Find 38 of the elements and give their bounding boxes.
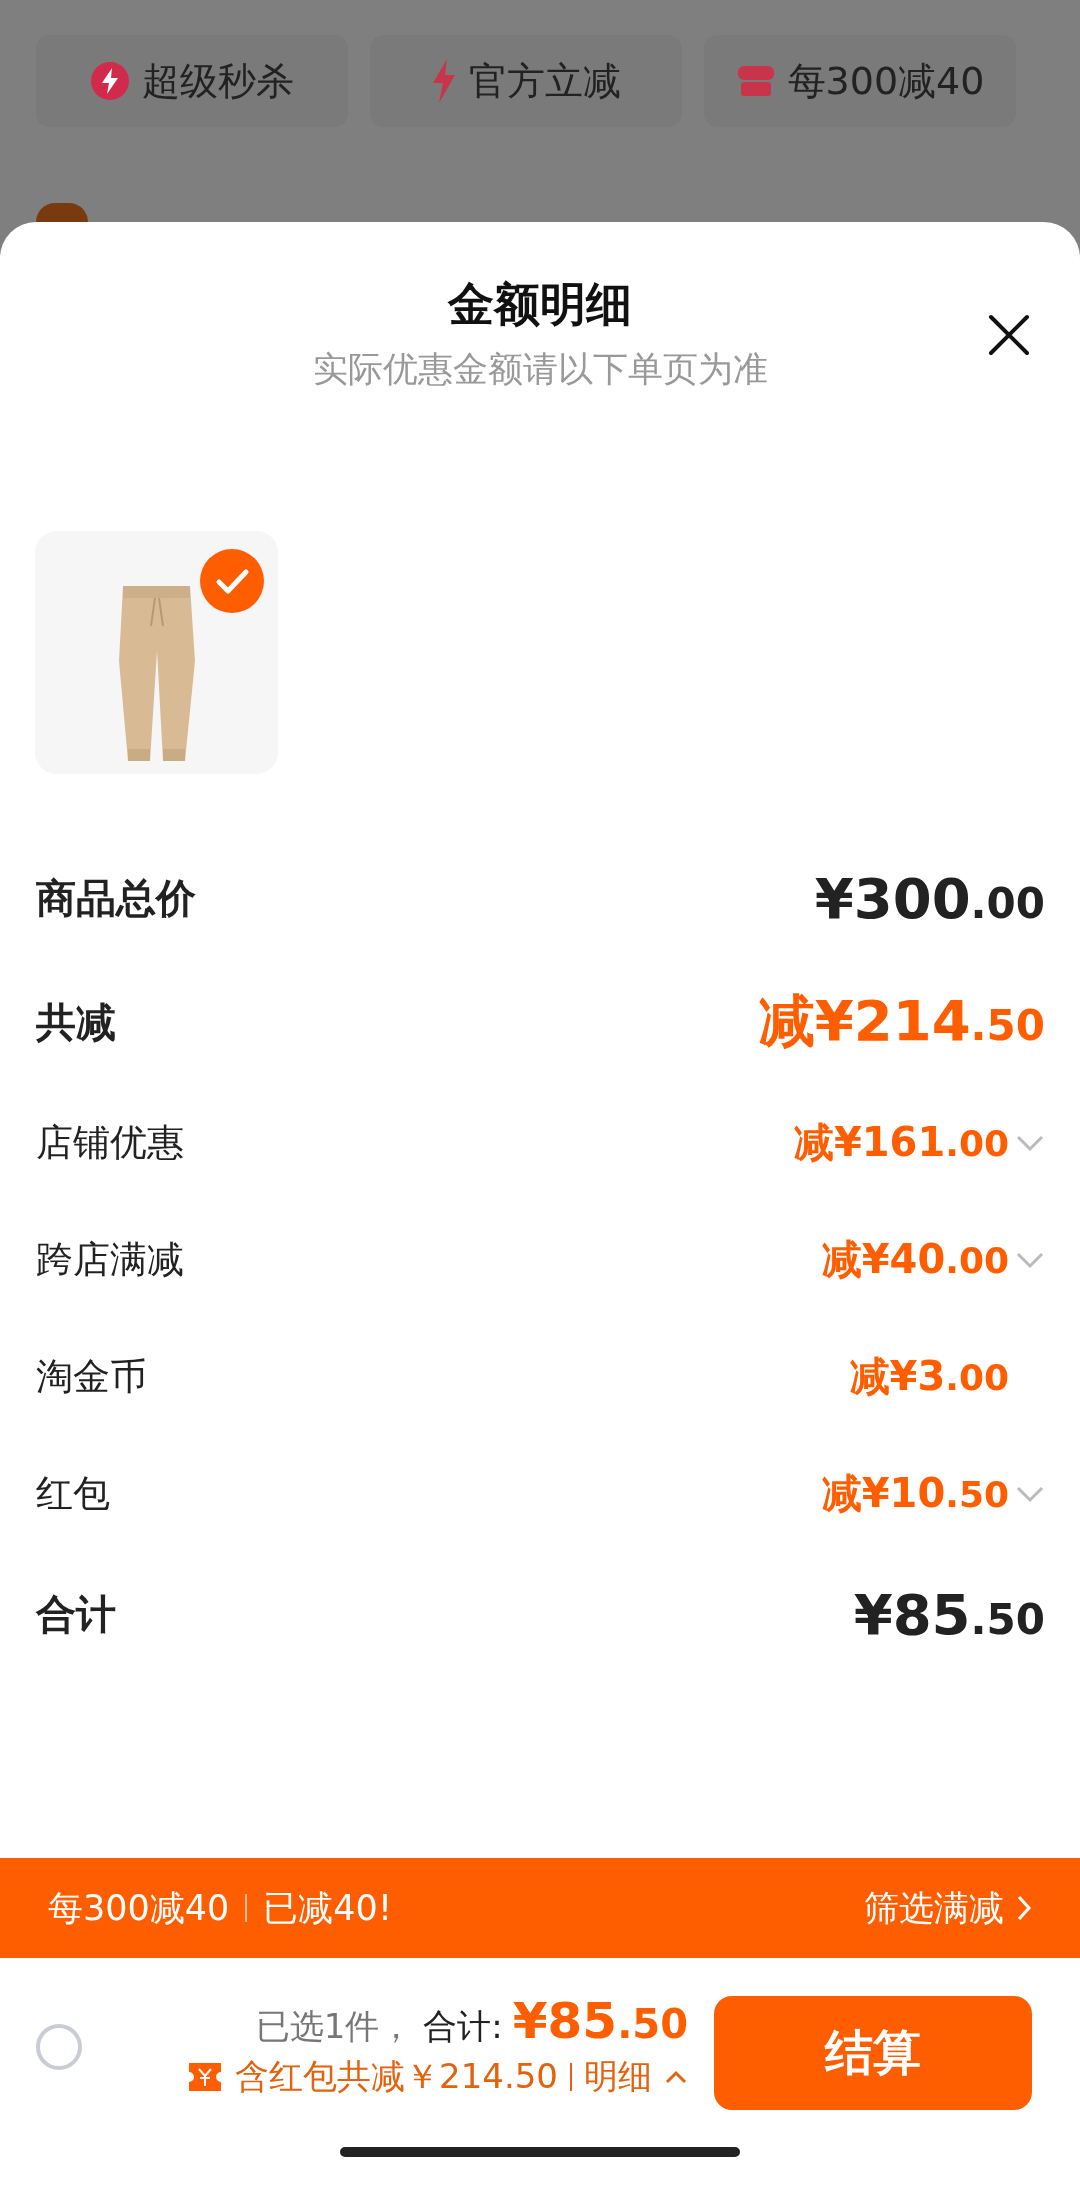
row-label: 商品总价 <box>36 873 196 923</box>
sheet-title: 金额明细 <box>448 276 632 333</box>
lightning-icon <box>90 61 130 101</box>
row-label: 店铺优惠 <box>36 1119 184 1166</box>
sheet-subtitle: 实际优惠金额请以下单页为准 <box>312 348 768 391</box>
close-icon[interactable] <box>988 314 1030 356</box>
promo-chip[interactable]: 官方立减 <box>370 35 682 127</box>
row-label: 红包 <box>36 1470 110 1517</box>
promo-rule: 每300减40 <box>48 1886 230 1930</box>
checkout-button[interactable]: 结算 <box>714 1996 1032 2110</box>
price-value: 减¥40.00 <box>821 1235 1009 1284</box>
total-price: ¥85.50 <box>512 1992 688 2050</box>
saving-text: 含红包共减￥214.50 <box>235 2055 558 2098</box>
select-all-radio[interactable] <box>36 2024 82 2070</box>
lightning-icon <box>431 59 457 103</box>
selected-count: 已选1件， <box>255 2005 414 2048</box>
price-value: 减¥214.50 <box>758 987 1045 1055</box>
total-label: 合计: <box>423 2005 503 2048</box>
promo-status: 已减40! <box>263 1886 392 1930</box>
filter-link[interactable]: 筛选满减 <box>864 1884 1032 1932</box>
chevron-right-icon <box>1016 1894 1032 1922</box>
promo-chip[interactable]: 超级秒杀 <box>36 35 348 127</box>
row-label: 跨店满减 <box>36 1236 184 1283</box>
price-value: 减¥10.50 <box>821 1469 1009 1518</box>
store-avatar <box>36 203 88 222</box>
promo-chip[interactable]: 每300减40 <box>704 35 1016 127</box>
price-value: ¥300.00 <box>814 865 1045 931</box>
coupon-icon <box>187 2061 224 2093</box>
price-value: 减¥161.00 <box>793 1118 1009 1167</box>
shop-icon <box>735 64 776 98</box>
row-label: 淘金币 <box>36 1353 147 1400</box>
checkmark-icon[interactable] <box>200 549 264 613</box>
detail-link[interactable]: 明细 <box>584 2054 652 2100</box>
chevron-up-icon[interactable] <box>664 2069 688 2085</box>
row-label: 共减 <box>36 997 116 1047</box>
price-value: 减¥3.00 <box>849 1352 1009 1401</box>
row-label: 合计 <box>36 1589 116 1639</box>
price-value: ¥85.50 <box>853 1581 1045 1647</box>
